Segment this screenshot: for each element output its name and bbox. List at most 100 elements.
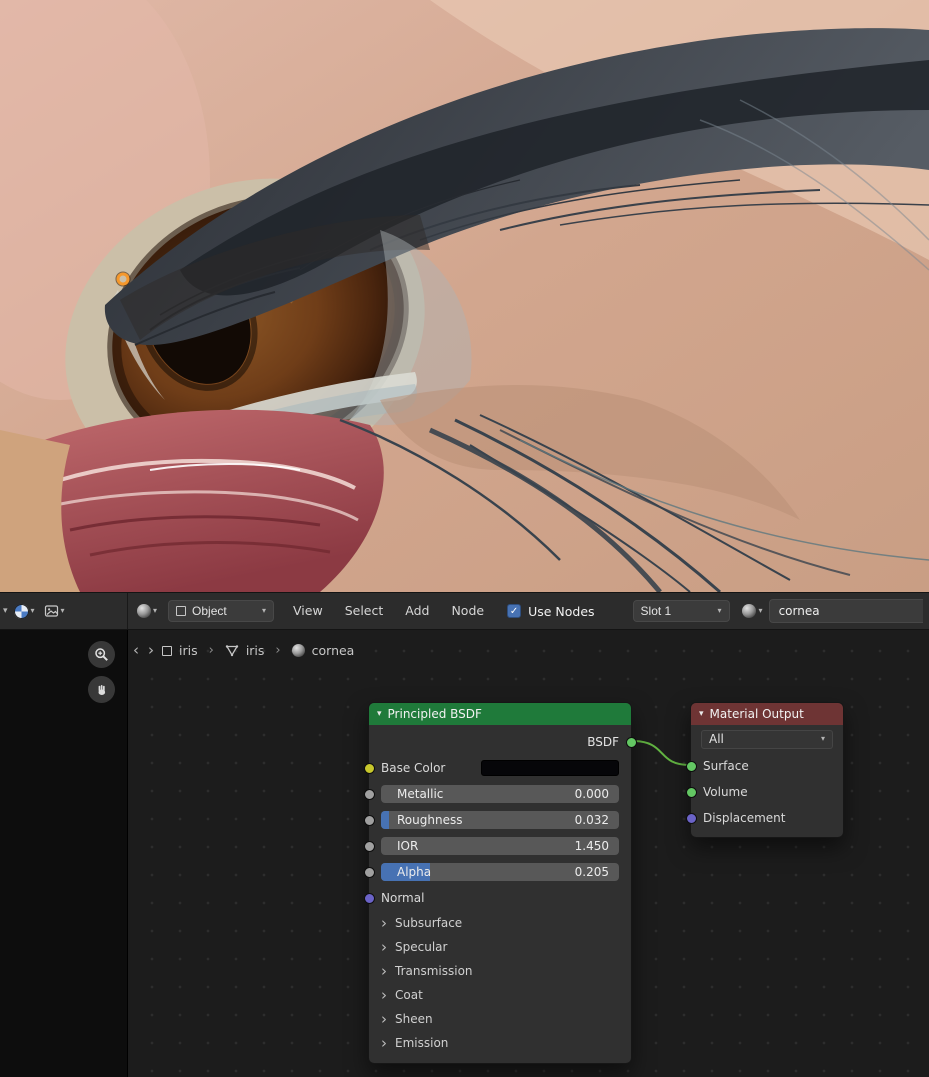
chevron-down-icon: ▾ <box>153 606 158 615</box>
shader-editor-header: ▾ Object ▾ View Select Add Node ✓ Use No… <box>128 593 929 629</box>
material-icon <box>741 604 756 618</box>
slider-value: 1.450 <box>574 839 609 853</box>
pan-gizmo-button[interactable] <box>88 676 115 703</box>
socket-ior[interactable] <box>363 840 375 852</box>
expand-icon: › <box>381 1009 387 1028</box>
ior-slider[interactable]: IOR 1.450 <box>381 837 619 855</box>
metallic-slider[interactable]: Metallic 0.000 <box>381 785 619 803</box>
image-icon <box>44 605 58 617</box>
slider-label: Roughness <box>397 813 463 827</box>
surface-row: Surface <box>685 753 843 779</box>
normal-row: Normal <box>363 885 631 911</box>
section-subsurface[interactable]: › Subsurface <box>369 911 631 935</box>
collapse-chevron-icon[interactable]: ▾ <box>377 709 382 719</box>
breadcrumb-separator: › <box>275 643 281 658</box>
shader-editor-area[interactable]: ‹ › iris › iris › cornea ▾ Principled BS… <box>128 630 929 1077</box>
breadcrumb-object[interactable]: iris <box>162 643 198 658</box>
chevron-down-icon: ▾ <box>30 606 35 615</box>
checkbox-checked-icon: ✓ <box>507 604 522 618</box>
material-name-field[interactable]: cornea <box>768 599 923 623</box>
breadcrumb-material[interactable]: cornea <box>291 643 354 658</box>
node-material-output[interactable]: ▾ Material Output All ▾ Surface Volume D… <box>685 702 844 838</box>
socket-roughness[interactable] <box>363 814 375 826</box>
section-label: Emission <box>395 1036 449 1050</box>
socket-surface[interactable] <box>685 760 697 772</box>
section-transmission[interactable]: › Transmission <box>369 959 631 983</box>
use-nodes-checkbox[interactable]: ✓ Use Nodes <box>507 603 595 619</box>
breadcrumb-mesh-label: iris <box>245 643 265 658</box>
normal-label: Normal <box>381 891 425 905</box>
use-nodes-label: Use Nodes <box>528 603 595 619</box>
zoom-gizmo-button[interactable] <box>88 641 115 668</box>
section-coat[interactable]: › Coat <box>369 983 631 1007</box>
chevron-down-icon[interactable]: ▾ <box>3 606 8 616</box>
socket-normal[interactable] <box>363 892 375 904</box>
chevron-down-icon: ▾ <box>262 606 267 615</box>
editor-type-dropdown[interactable]: ▾ <box>134 602 160 620</box>
socket-base-color[interactable] <box>363 762 375 774</box>
roughness-row: Roughness 0.032 <box>363 807 631 833</box>
section-specular[interactable]: › Specular <box>369 935 631 959</box>
expand-icon: › <box>381 961 387 980</box>
breadcrumb-separator: › <box>208 643 214 658</box>
collapse-chevron-icon[interactable]: ▾ <box>699 709 704 719</box>
target-value: All <box>709 732 724 746</box>
viewport-render <box>0 0 929 592</box>
slider-label: IOR <box>397 839 419 853</box>
volume-row: Volume <box>685 779 843 805</box>
menu-node[interactable]: Node <box>440 599 495 623</box>
node-principled-bsdf[interactable]: ▾ Principled BSDF BSDF Base Color Metall… <box>363 702 637 1064</box>
section-label: Sheen <box>395 1012 433 1026</box>
material-name: cornea <box>778 604 820 618</box>
editor-headers: ▾ ▾ ▾ ▾ Object ▾ View Select Add Node ✓ … <box>0 592 929 630</box>
base-color-swatch[interactable] <box>481 760 619 776</box>
slider-value: 0.205 <box>574 865 609 879</box>
chevron-down-icon: ▾ <box>758 606 763 615</box>
bsdf-output-label: BSDF <box>587 735 619 749</box>
slider-fill <box>381 811 389 829</box>
breadcrumb-object-label: iris <box>179 643 198 658</box>
3d-viewport[interactable] <box>0 0 929 592</box>
node-title: Material Output <box>709 707 804 721</box>
node-link-wire <box>631 740 691 766</box>
menu-add[interactable]: Add <box>394 599 440 623</box>
chevron-down-icon: ▾ <box>820 734 825 743</box>
editor-type-dropdown[interactable]: ▾ <box>11 602 38 621</box>
socket-displacement[interactable] <box>685 812 697 824</box>
material-browse-dropdown[interactable]: ▾ <box>738 604 767 618</box>
target-select[interactable]: All ▾ <box>701 729 833 749</box>
expand-icon: › <box>381 913 387 932</box>
socket-bsdf-output[interactable] <box>625 736 637 748</box>
menu-select[interactable]: Select <box>334 599 395 623</box>
forward-icon[interactable]: › <box>147 643 155 658</box>
alpha-slider[interactable]: Alpha 0.205 <box>381 863 619 881</box>
image-selector-dropdown[interactable]: ▾ <box>41 602 68 620</box>
section-label: Specular <box>395 940 448 954</box>
chevron-down-icon: ▾ <box>60 606 65 615</box>
mesh-data-icon <box>225 645 239 657</box>
node-header[interactable]: ▾ Material Output <box>691 703 843 725</box>
socket-volume[interactable] <box>685 786 697 798</box>
section-emission[interactable]: › Emission <box>369 1031 631 1055</box>
section-label: Subsurface <box>395 916 463 930</box>
volume-label: Volume <box>703 785 748 799</box>
back-icon[interactable]: ‹ <box>132 643 140 658</box>
node-title: Principled BSDF <box>387 707 482 721</box>
slot-dropdown[interactable]: Slot 1 ▾ <box>632 600 730 622</box>
blender-window: ▾ ▾ ▾ ▾ Object ▾ View Select Add Node ✓ … <box>0 0 929 1077</box>
expand-icon: › <box>381 1033 387 1052</box>
socket-metallic[interactable] <box>363 788 375 800</box>
checker-sphere-icon <box>13 603 29 619</box>
breadcrumb-mesh[interactable]: iris <box>225 643 265 658</box>
image-editor-header: ▾ ▾ ▾ <box>0 593 128 629</box>
shader-type-dropdown[interactable]: Object ▾ <box>168 600 275 622</box>
displacement-row: Displacement <box>685 805 843 831</box>
socket-alpha[interactable] <box>363 866 375 878</box>
section-sheen[interactable]: › Sheen <box>369 1007 631 1031</box>
alpha-row: Alpha 0.205 <box>363 859 631 885</box>
roughness-slider[interactable]: Roughness 0.032 <box>381 811 619 829</box>
slider-label: Metallic <box>397 787 444 801</box>
menu-view[interactable]: View <box>282 599 334 623</box>
section-label: Coat <box>395 988 423 1002</box>
node-header[interactable]: ▾ Principled BSDF <box>369 703 631 725</box>
